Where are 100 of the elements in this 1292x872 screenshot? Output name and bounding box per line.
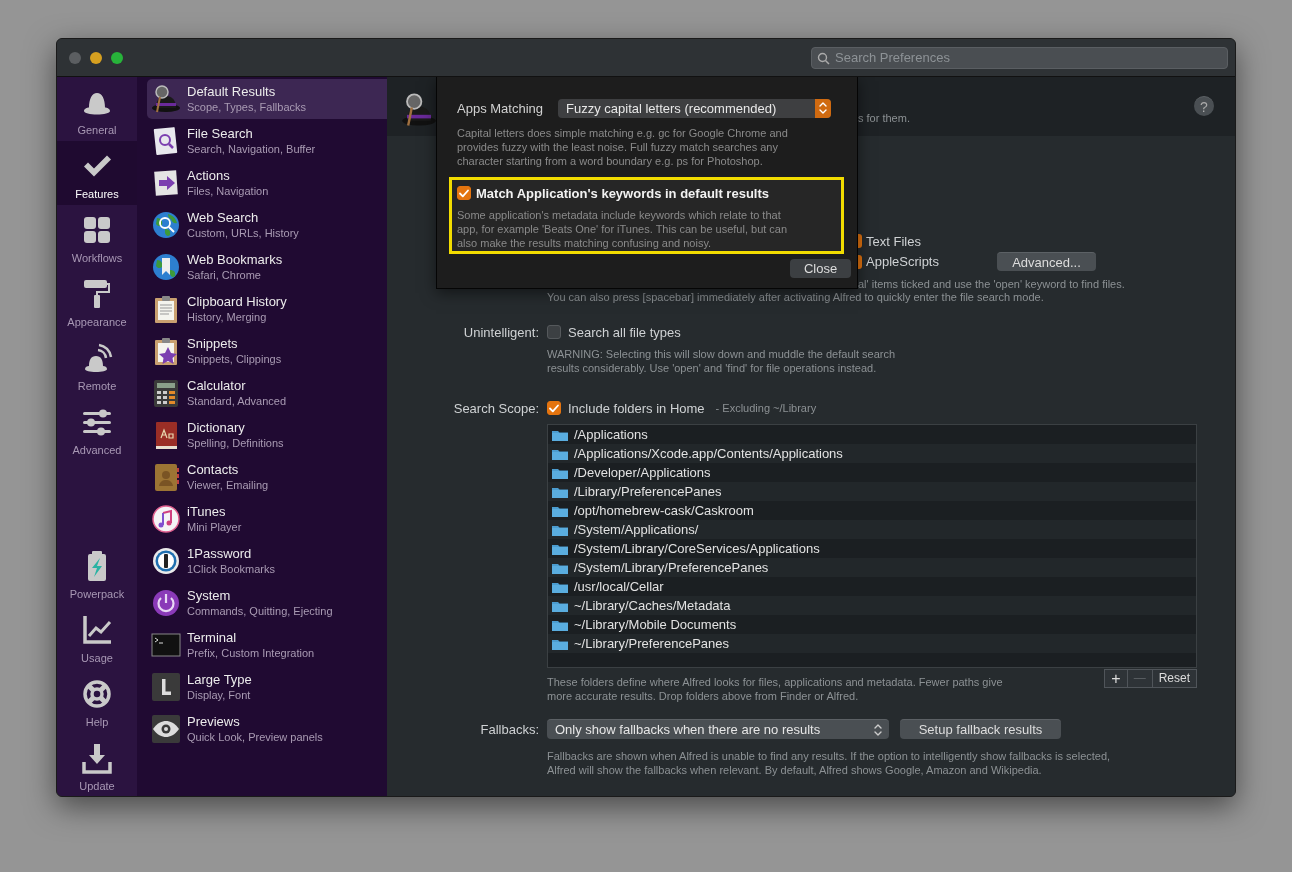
- field-label: Unintelligent:: [462, 324, 539, 340]
- sidebar-item[interactable]: Update: [57, 733, 137, 796]
- feature-item[interactable]: Previews Quick Look, Preview panels: [147, 709, 387, 749]
- feature-item[interactable]: 1Password 1Click Bookmarks: [147, 541, 387, 581]
- field-label: Fallbacks:: [479, 721, 539, 737]
- folder-icon: [552, 580, 568, 593]
- terminal-icon: [151, 630, 181, 660]
- folder-icon: [552, 618, 568, 631]
- help-text: more accurate results. Drop folders above from Finder or Alfred.: [547, 689, 860, 703]
- add-button[interactable]: +: [1105, 670, 1127, 687]
- minimize-button[interactable]: [90, 51, 102, 64]
- eye-icon: [151, 714, 181, 744]
- folder-icon: [552, 447, 568, 460]
- feature-item[interactable]: System Commands, Quitting, Ejecting: [147, 583, 387, 623]
- feature-item[interactable]: Calculator Standard, Advanced: [147, 373, 387, 413]
- folder-icon: [552, 485, 568, 498]
- help-text: Alfred will show the fallbacks when relevant. By default, Alfred shows Google, Amazon and Wikipedia.: [547, 763, 1043, 777]
- hat-magnifier-icon: [151, 84, 181, 114]
- arrow-document-icon: [151, 168, 181, 198]
- sidebar-item[interactable]: Remote: [57, 333, 137, 397]
- help-text: Capital letters does simple matching e.g. gc for Google Chrome and: [457, 126, 789, 140]
- folder-icon: [552, 599, 568, 612]
- help-text: You can also press [spacebar] immediately after activating Alfred to quickly enter the file search mode.: [547, 291, 1045, 304]
- power-icon: [151, 588, 181, 618]
- option-label: Include folders in Home: [568, 400, 705, 416]
- folder-icon: [552, 523, 568, 536]
- reset-button[interactable]: Reset: [1151, 670, 1196, 687]
- warning-text: results considerably. Use 'open' and 'find' for file operations instead.: [547, 361, 878, 375]
- checkbox[interactable]: [858, 234, 862, 248]
- help-text: These folders define where Alfred looks for files, applications and metadata. Fewer paths give: [547, 675, 1003, 689]
- advanced-button[interactable]: Advanced...: [997, 252, 1096, 271]
- folder-icon: [552, 428, 568, 441]
- help-text: character starting from a word boundary e.g. ps for Photoshop.: [457, 154, 764, 168]
- apps-matching-select[interactable]: Fuzzy capital letters (recommended): [558, 98, 831, 118]
- feature-item[interactable]: Actions Files, Navigation: [147, 163, 387, 203]
- download-icon: [81, 742, 113, 774]
- feature-item[interactable]: Web Bookmarks Safari, Chrome: [147, 247, 387, 287]
- folder-icon: [552, 504, 568, 517]
- search-field[interactable]: Search Preferences: [811, 46, 1228, 69]
- sidebar-item[interactable]: Features: [57, 141, 137, 205]
- feature-item[interactable]: Default Results Scope, Types, Fallbacks: [147, 79, 387, 119]
- feature-item[interactable]: Terminal Prefix, Custom Integration: [147, 625, 387, 665]
- folder-icon: [552, 542, 568, 555]
- setup-fallback-button[interactable]: Setup fallback results: [900, 719, 1061, 739]
- field-label: Search Scope:: [452, 400, 539, 416]
- calculator-icon: [151, 378, 181, 408]
- sidebar-item[interactable]: Usage: [57, 605, 137, 669]
- checkbox[interactable]: [457, 186, 471, 200]
- lifebuoy-icon: [81, 678, 113, 710]
- feature-item[interactable]: File Search Search, Navigation, Buffer: [147, 121, 387, 161]
- letter-tile-icon: [151, 672, 181, 702]
- zoom-button[interactable]: [111, 51, 123, 64]
- keyhole-icon: [151, 546, 181, 576]
- folder-icon: [552, 637, 568, 650]
- help-button[interactable]: ?: [1194, 96, 1214, 116]
- option-label: Match Application's keywords in default results: [476, 185, 769, 201]
- checkbox[interactable]: [547, 325, 561, 339]
- folder-row[interactable]: ~/Library/PreferencePanes: [548, 634, 1196, 653]
- header-text: s for them.: [858, 111, 910, 125]
- sidebar-item[interactable]: Help: [57, 669, 137, 733]
- help-text: al' items ticked and use the 'open' keyword to find files.: [857, 278, 1126, 291]
- folder-row[interactable]: /System/Applications/: [548, 520, 1196, 539]
- folder-row[interactable]: /Applications/Xcode.app/Contents/Applications: [548, 444, 1196, 463]
- checkbox[interactable]: [547, 401, 561, 415]
- feature-item[interactable]: Large Type Display, Font: [147, 667, 387, 707]
- sidebar-item[interactable]: Advanced: [57, 397, 137, 461]
- option-label: AppleScripts: [866, 254, 939, 269]
- sidebar-item[interactable]: General: [57, 77, 137, 141]
- sidebar-item[interactable]: Workflows: [57, 205, 137, 269]
- folder-row[interactable]: /Library/PreferencePanes: [548, 482, 1196, 501]
- feature-item[interactable]: Clipboard History History, Merging: [147, 289, 387, 329]
- help-text: Some application's metadata include keywords which relate to that: [457, 208, 782, 222]
- option-label: Text Files: [866, 233, 921, 249]
- fallbacks-select[interactable]: Only show fallbacks when there are no results: [547, 719, 889, 739]
- scope-note: - Excluding ~/Library: [715, 401, 817, 415]
- folder-row[interactable]: ~/Library/Caches/Metadata: [548, 596, 1196, 615]
- field-label: Apps Matching: [457, 100, 544, 116]
- folder-icon: [552, 561, 568, 574]
- feature-item[interactable]: Snippets Snippets, Clippings: [147, 331, 387, 371]
- search-icon: [817, 51, 830, 65]
- warning-text: WARNING: Selecting this will slow down and muddle the default search: [547, 347, 897, 361]
- help-text: app, for example 'Beats One' for iTunes. This can be useful, but can: [457, 222, 789, 236]
- sidebar-item[interactable]: Appearance: [57, 269, 137, 333]
- feature-item[interactable]: iTunes Mini Player: [147, 499, 387, 539]
- chart-icon: [81, 614, 113, 646]
- feature-item[interactable]: Dictionary Spelling, Definitions: [147, 415, 387, 455]
- grid-icon: [81, 214, 113, 246]
- sidebar-item[interactable]: Powerpack: [57, 541, 137, 605]
- option-label: Search all file types: [568, 324, 681, 340]
- folder-row[interactable]: /System/Library/PreferencePanes: [548, 558, 1196, 577]
- close-button[interactable]: Close: [790, 259, 851, 278]
- feature-item[interactable]: Web Search Custom, URLs, History: [147, 205, 387, 245]
- help-text: also make the results matching confusing and noisy.: [457, 236, 713, 250]
- help-text: provides fuzzy with the least noise. Full fuzzy match searches any: [457, 140, 779, 154]
- paint-roller-icon: [81, 278, 113, 310]
- help-text: Fallbacks are shown when Alfred is unable to find any results. If the option to intelligently show fallbacks is selected,: [547, 749, 1112, 763]
- globe-bookmark-icon: [151, 252, 181, 282]
- globe-magnifier-icon: [151, 210, 181, 240]
- feature-item[interactable]: Contacts Viewer, Emailing: [147, 457, 387, 497]
- checkbox[interactable]: [858, 254, 862, 269]
